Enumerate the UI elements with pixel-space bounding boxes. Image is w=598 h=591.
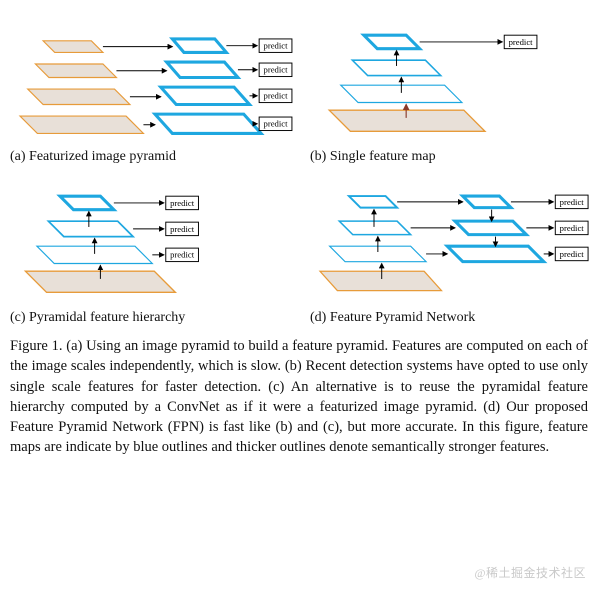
diagram-d: predict predict predict (310, 171, 598, 306)
subcaption-a: (a) Featurized image pyramid (10, 149, 300, 165)
watermark: @稀土掘金技术社区 (474, 564, 586, 581)
predict-label: predict (170, 198, 195, 208)
predict-label: predict (509, 37, 534, 47)
predict-label: predict (170, 224, 195, 234)
predict-label: predict (264, 91, 289, 101)
predict-label: predict (560, 223, 585, 233)
figure-caption: Figure 1. (a) Using an image pyramid to … (10, 336, 588, 458)
panel-b: predict (b) Single feature map (310, 10, 598, 165)
panel-c: predict predict predict (c) Pyramidal fe… (10, 171, 300, 326)
subcaption-b: (b) Single feature map (310, 149, 598, 165)
predict-a-2: predict (238, 63, 292, 77)
predict-label: predict (560, 249, 585, 259)
predict-label: predict (560, 197, 585, 207)
diagram-b: predict (310, 10, 560, 145)
predict-label: predict (264, 65, 289, 75)
panel-d: predict predict predict (d) Feature Pyra… (310, 171, 598, 326)
predict-a-3: predict (250, 89, 292, 103)
predict-label: predict (170, 250, 195, 260)
predict-a-4: predict (253, 117, 292, 130)
diagram-a: predict predict predict predict (10, 10, 300, 145)
figure-grid: predict predict predict predict (a) Feat… (10, 10, 588, 326)
predict-a-1: predict (226, 39, 292, 52)
panel-a: predict predict predict predict (a) Feat… (10, 10, 300, 165)
predict-label: predict (264, 119, 289, 129)
subcaption-c: (c) Pyramidal feature hierarchy (10, 310, 300, 326)
subcaption-d: (d) Feature Pyramid Network (310, 310, 598, 326)
diagram-c: predict predict predict (10, 171, 260, 306)
predict-label: predict (264, 41, 289, 51)
